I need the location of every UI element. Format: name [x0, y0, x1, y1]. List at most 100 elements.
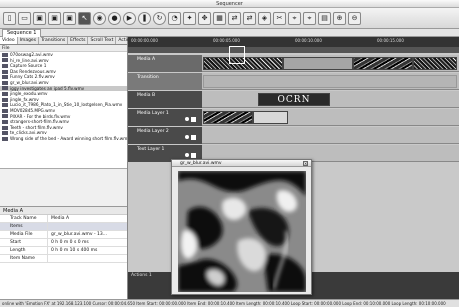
monitor-icon[interactable]: ▣: [63, 11, 76, 25]
media-clip[interactable]: [283, 57, 353, 70]
preview-video-frame: [178, 171, 306, 292]
property-key: Track Name: [0, 215, 48, 222]
track-media-layer-1[interactable]: Media Layer 1: [128, 109, 459, 126]
zoom-icon[interactable]: ⊕: [333, 11, 346, 25]
pause-icon[interactable]: ❚: [138, 11, 151, 25]
property-group-value: [48, 223, 127, 230]
property-row: Track Name Media A: [0, 215, 127, 223]
track-media-a[interactable]: Media A: [128, 55, 459, 72]
transition-lane[interactable]: [203, 75, 457, 88]
properties-panel: Media A Track Name Media A Items Media F…: [0, 206, 127, 299]
ruler-tick-label: 00:00:05.000: [213, 38, 240, 43]
track-label: Media Layer 2: [137, 129, 169, 134]
enable-checkbox[interactable]: [191, 117, 196, 122]
panel-spacer: [0, 168, 127, 206]
zoom-out-icon[interactable]: ⊖: [348, 11, 361, 25]
link-icon[interactable]: ⇄: [228, 11, 241, 25]
preview-title: gr_w_blur.avi.wmv: [180, 161, 222, 166]
list-item[interactable]: Wrong side of the bed - Award winning sh…: [0, 136, 127, 142]
video-file-icon: [2, 69, 8, 74]
visibility-icon[interactable]: [185, 153, 189, 157]
media-clip[interactable]: [253, 111, 288, 124]
property-key: Media File: [0, 231, 48, 238]
tab-sequence-1[interactable]: Sequence 1: [2, 29, 42, 37]
tab-scroll-text[interactable]: Scroll Text: [88, 37, 117, 44]
media-clip[interactable]: OCRN: [258, 93, 330, 106]
tab-transitions[interactable]: Transitions: [39, 37, 69, 44]
visibility-icon[interactable]: [185, 135, 189, 139]
window-titlebar: Sequencer: [0, 0, 459, 8]
grid-icon[interactable]: ▦: [213, 11, 226, 25]
track-media-b[interactable]: Media B OCRN: [128, 91, 459, 108]
track-header: Transition: [128, 73, 202, 90]
sequence-tabstrip: Sequence 1: [0, 29, 459, 37]
open-folder-icon[interactable]: ▭: [18, 11, 31, 25]
track-header: Media Layer 2: [128, 127, 202, 144]
track-header: Media A: [128, 55, 202, 72]
property-row: Media File gr_w_blur.avi.wmv - 13...: [0, 231, 127, 239]
enable-checkbox[interactable]: [191, 153, 196, 158]
move-icon[interactable]: ✥: [198, 11, 211, 25]
media-clip[interactable]: [203, 111, 253, 124]
monitor-icon[interactable]: ▣: [33, 11, 46, 25]
property-value[interactable]: 0 h 0 m 0 s 0 ms: [48, 239, 127, 246]
close-icon[interactable]: ×: [303, 161, 308, 166]
refresh-icon[interactable]: ↻: [153, 11, 166, 25]
media-browser-tabs: Video Images Transitions Effects Scroll Text…: [0, 37, 138, 45]
window-title: Sequencer: [216, 1, 243, 7]
snap-icon[interactable]: ◈: [258, 11, 271, 25]
tab-effects[interactable]: Effects: [68, 37, 89, 44]
cut-icon[interactable]: ✂: [273, 11, 286, 25]
time-ruler[interactable]: 00:00:00.000 00:00:05.000 00:00:10.000 00:0…: [128, 37, 459, 47]
chart-icon[interactable]: ▤: [318, 11, 331, 25]
link-icon[interactable]: ⇄: [243, 11, 256, 25]
file-column-header[interactable]: File: [0, 45, 127, 52]
track-label: Transition: [137, 75, 159, 80]
video-file-icon: [2, 136, 8, 141]
playhead-marker[interactable]: [229, 46, 245, 64]
ruler-tick-label: 00:00:10.000: [295, 38, 322, 43]
actions-track-label: Actions 1: [131, 273, 152, 278]
track-label: Text Layer 1: [137, 147, 165, 152]
preview-window[interactable]: gr_w_blur.avi.wmv ×: [171, 159, 312, 295]
track-header: Media Layer 1: [128, 109, 202, 126]
property-rows: Media File gr_w_blur.avi.wmv - 13... Start…: [0, 231, 127, 263]
video-file-icon: [2, 58, 8, 63]
property-row: Start 0 h 0 m 0 s 0 ms: [0, 239, 127, 247]
property-key: Start: [0, 239, 48, 246]
property-value[interactable]: gr_w_blur.avi.wmv - 13...: [48, 231, 127, 238]
media-browser-panel: Video Images Transitions Effects Scroll Text…: [0, 37, 138, 299]
video-file-icon: [2, 63, 8, 68]
marker-icon[interactable]: ⌖: [288, 11, 301, 25]
tab-images[interactable]: Images: [18, 37, 40, 44]
property-group[interactable]: Items: [0, 223, 127, 231]
main-toolbar: ▯ ▭ ▣ ▣ ▣ ↖ ◉ ● ▶ ❚ ↻ ◔ ✦ ✥ ▦ ⇄ ⇄ ◈ ✂ ⌖ ⌖ ▤ ⊕ ⊖: [0, 8, 459, 29]
preview-titlebar[interactable]: gr_w_blur.avi.wmv ×: [172, 160, 311, 167]
effect-icon[interactable]: ✦: [183, 11, 196, 25]
track-transition[interactable]: Transition: [128, 73, 459, 90]
palette-icon[interactable]: ◔: [168, 11, 181, 25]
time-ruler-lower: [128, 47, 459, 53]
monitor-icon[interactable]: ▣: [48, 11, 61, 25]
property-value[interactable]: [48, 255, 127, 262]
cursor-icon[interactable]: ↖: [78, 11, 91, 25]
video-file-icon: [2, 97, 8, 102]
track-label: Media A: [137, 57, 156, 62]
visibility-icon[interactable]: [185, 117, 189, 121]
record-icon[interactable]: ●: [108, 11, 121, 25]
new-document-icon[interactable]: ▯: [3, 11, 16, 25]
play-icon[interactable]: ▶: [123, 11, 136, 25]
enable-checkbox[interactable]: [191, 135, 196, 140]
video-file-icon: [2, 52, 8, 57]
track-media-layer-2[interactable]: Media Layer 2: [128, 127, 459, 144]
stop-icon[interactable]: ◉: [93, 11, 106, 25]
marker-icon[interactable]: ⌖: [303, 11, 316, 25]
video-file-icon: [2, 86, 8, 91]
tab-video[interactable]: Video: [0, 37, 18, 44]
property-value[interactable]: Media A: [48, 215, 127, 222]
media-clip[interactable]: [353, 57, 413, 70]
property-value[interactable]: 0 h 0 m 10 s 400 ms: [48, 247, 127, 254]
track-label: Media B: [137, 93, 156, 98]
media-clip[interactable]: [413, 57, 457, 70]
ruler-tick-label: 00:00:15.000: [377, 38, 404, 43]
